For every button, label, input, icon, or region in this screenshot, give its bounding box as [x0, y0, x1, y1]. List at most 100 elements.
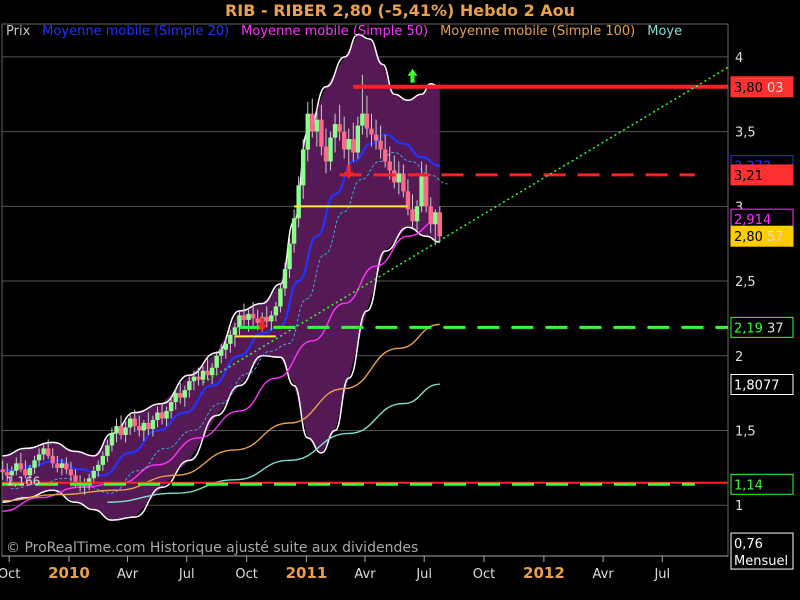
candle-body [428, 206, 433, 225]
price-chart: 11,522,533,54Oct 2010 Avr Jul Oct 2011 Avr Jul O… [0, 23, 794, 582]
candle-body [127, 418, 133, 428]
candle-body [159, 412, 165, 419]
candle-body [55, 463, 60, 468]
candle-body [64, 463, 69, 470]
legend: Prix Moyenne mobile (Simple 20) Moyenne mo… [6, 24, 694, 39]
candle-body [264, 316, 269, 322]
x-tick-label: Oct [473, 567, 495, 582]
candle-body [68, 469, 74, 476]
candle-body [337, 124, 342, 132]
candle-body [137, 425, 142, 431]
candle-body [228, 334, 233, 344]
x-tick-label: Avr [117, 567, 139, 582]
candle-body [141, 423, 147, 431]
price-label-text: 2,19 [734, 321, 763, 336]
candle-body [323, 146, 329, 162]
candle-body [191, 376, 197, 382]
x-tick-label: Jul [178, 567, 195, 582]
candle-body [314, 119, 320, 132]
candle-body [18, 463, 24, 470]
candle-body [200, 370, 206, 380]
candle-body [373, 134, 379, 141]
candle-body [387, 161, 392, 171]
candle-body [223, 343, 228, 350]
candle-body [364, 113, 370, 129]
candle-body [205, 370, 210, 376]
candle-body [300, 149, 306, 186]
bollinger-band-layer [2, 33, 440, 521]
candle-body [328, 137, 333, 162]
price-label-text: 3,21 [734, 169, 763, 184]
candle-body [414, 206, 420, 222]
price-label-text: 0,76 [734, 537, 763, 552]
candle-body [382, 149, 388, 162]
x-tick-label: Jul [653, 567, 670, 582]
legend-entry: Moye [647, 24, 683, 39]
candle-body [196, 376, 201, 380]
candle-body [278, 288, 283, 307]
candle-body [114, 425, 119, 434]
candle-body [237, 315, 242, 328]
candle-body [118, 425, 124, 435]
candle-body [378, 140, 383, 150]
price-label-hidden-digits: 37 [767, 321, 784, 336]
candle-body [50, 455, 55, 464]
candle-body [360, 113, 365, 126]
candle-body [419, 176, 424, 207]
trend-line [202, 66, 729, 384]
candle-body [96, 464, 101, 471]
legend-entry: Prix [6, 24, 31, 39]
candle-body [433, 212, 438, 225]
legend-entry: Moyenne mobile (Simple 100) [440, 24, 636, 39]
candle-body [351, 139, 356, 153]
x-tick-label: Oct [235, 567, 257, 582]
candle-body [423, 176, 429, 207]
candle-body [32, 460, 37, 468]
price-label-text: 3,80 [734, 81, 763, 96]
candle-body [150, 420, 156, 429]
candle-body [109, 433, 115, 446]
candle-body [273, 306, 279, 316]
candle-body [91, 470, 96, 479]
candle-body [164, 411, 169, 419]
candle-body [437, 212, 443, 237]
candle-body [41, 448, 46, 455]
candle-body [282, 269, 288, 289]
candle-body [355, 125, 361, 153]
candle-body [369, 128, 374, 135]
price-label-hidden-digits: 03 [767, 81, 784, 96]
y-tick-label: 2,5 [735, 275, 756, 290]
candle-body [241, 315, 247, 320]
arrow-up-icon [407, 68, 418, 83]
price-label-sublabel: Mensuel [734, 554, 788, 569]
candle-body [132, 418, 137, 426]
candle-body [319, 119, 324, 147]
x-tick-label: 2010 [48, 564, 90, 582]
candle-body [182, 390, 188, 398]
candle-body [305, 113, 310, 150]
price-label-text: 2,80 [734, 230, 763, 245]
candle-body [291, 218, 297, 244]
candle-body [209, 367, 215, 376]
candle-body [59, 463, 65, 468]
y-tick-label: 1 [735, 499, 743, 514]
candle-body [123, 427, 128, 435]
candle-body [178, 393, 183, 398]
price-label-layer: 3,80033,2723,212,9142,80572,19371,80771,… [730, 76, 794, 570]
candle-body [269, 315, 274, 322]
candle-body [168, 402, 174, 412]
candle-body [187, 381, 192, 391]
candle-body [36, 454, 42, 461]
candle-body [73, 475, 78, 483]
candle-body [246, 313, 251, 320]
price-label-hidden-digits: 57 [767, 230, 784, 245]
price-label-text: 1,14 [734, 478, 763, 493]
left-value-label: 1,166 [6, 474, 40, 488]
price-label-text: 1,8077 [734, 378, 780, 393]
y-tick-label: 4 [735, 51, 743, 66]
candle-body [346, 139, 351, 150]
candle-body [45, 448, 51, 456]
candle-body [155, 412, 160, 421]
candle-body [214, 355, 219, 368]
candle-body [396, 173, 402, 183]
